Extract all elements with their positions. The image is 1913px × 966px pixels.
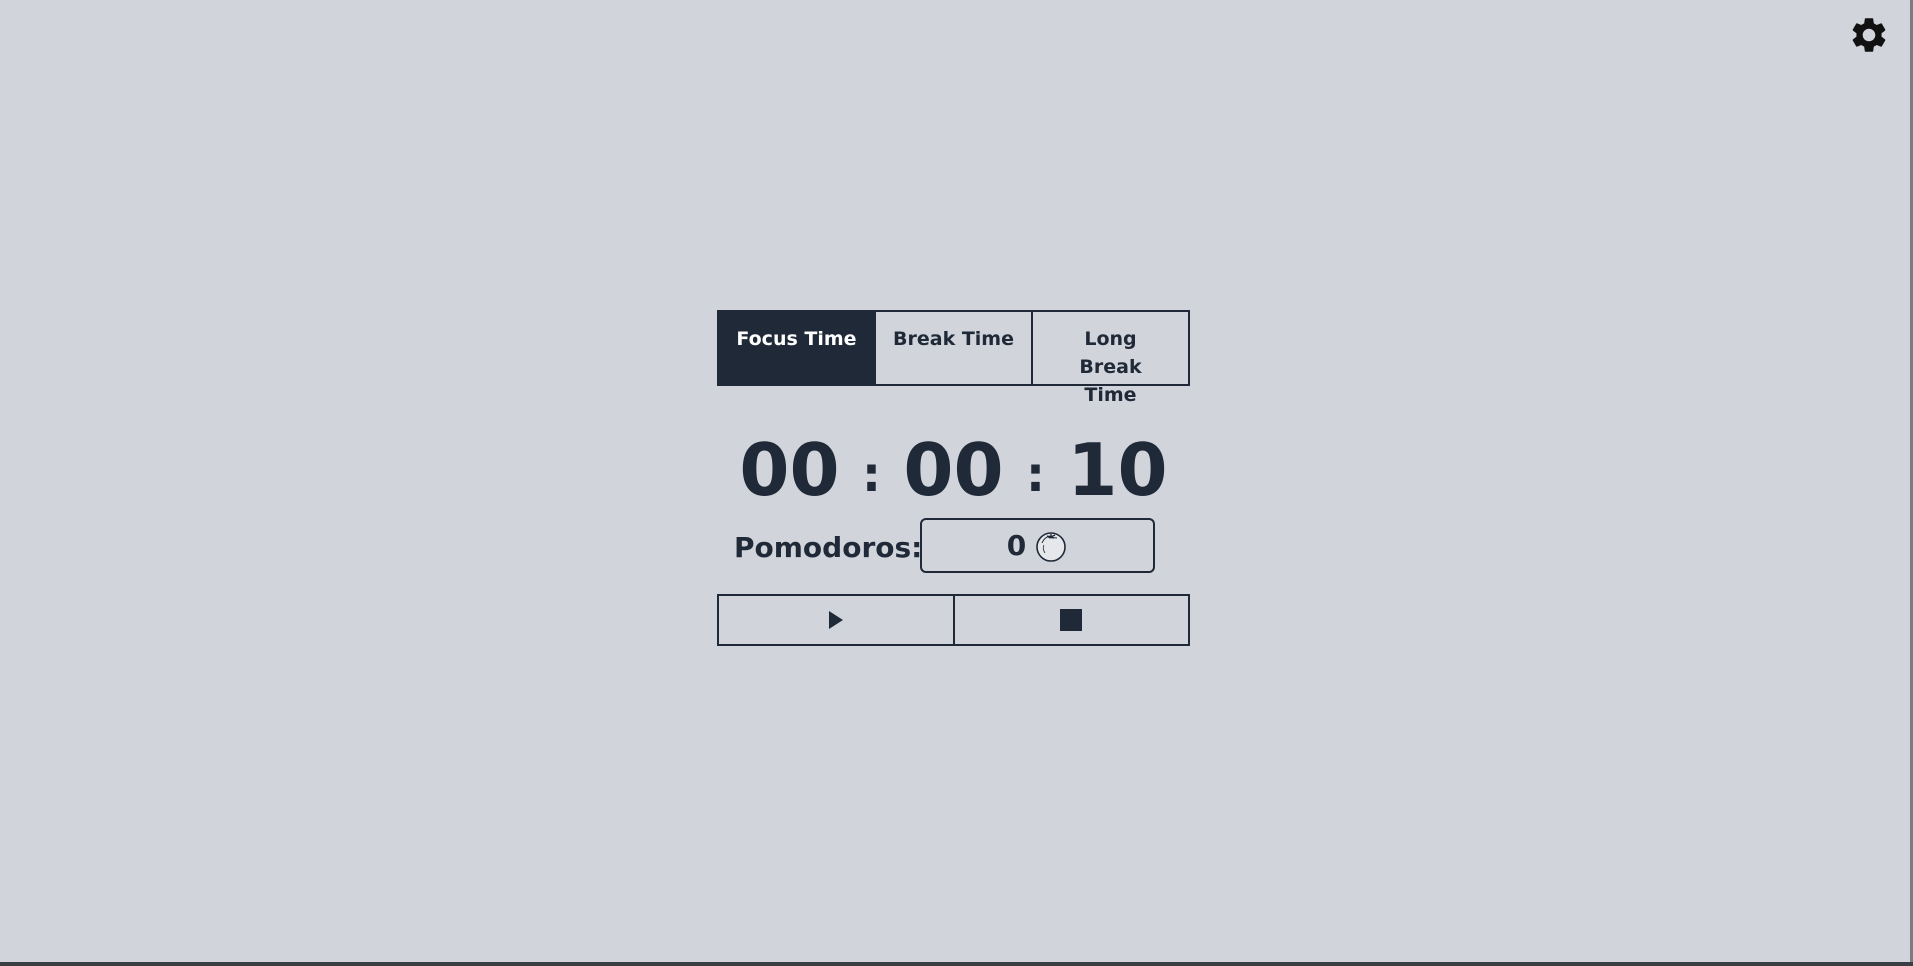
tab-long-break-time-label: Long Break Time <box>1079 328 1142 406</box>
pomodoro-label: Pomodoros: <box>734 531 923 564</box>
tab-long-break-time[interactable]: Long Break Time <box>1031 312 1188 406</box>
timer-minutes: 00 <box>903 428 1004 512</box>
tab-focus-time[interactable]: Focus Time <box>719 312 874 384</box>
tab-focus-time-label: Focus Time <box>736 328 857 350</box>
stop-button[interactable] <box>952 596 1189 644</box>
tab-break-time[interactable]: Break Time <box>874 312 1031 384</box>
play-button[interactable] <box>719 596 953 644</box>
timer-display: 00 : 00 : 10 <box>717 420 1190 520</box>
gear-icon <box>1852 18 1886 52</box>
mode-tabs: Focus Time Break Time Long Break Time <box>717 310 1190 406</box>
pomodoro-count-box: 0 <box>920 518 1155 573</box>
timer-seconds: 10 <box>1067 428 1168 512</box>
timer-hours: 00 <box>739 428 840 512</box>
timer-separator: : <box>861 447 882 503</box>
tomato-icon <box>1036 531 1067 562</box>
settings-button[interactable] <box>1846 12 1892 58</box>
timer-controls <box>717 594 1190 646</box>
tab-break-time-label: Break Time <box>893 328 1014 350</box>
window-edge <box>0 962 1913 966</box>
stop-icon <box>1060 609 1083 631</box>
pomodoro-page: Focus Time Break Time Long Break Time 00… <box>0 0 1910 962</box>
timer-separator: : <box>1025 447 1046 503</box>
play-icon <box>828 611 843 629</box>
pomodoro-count: 0 <box>1006 529 1027 562</box>
